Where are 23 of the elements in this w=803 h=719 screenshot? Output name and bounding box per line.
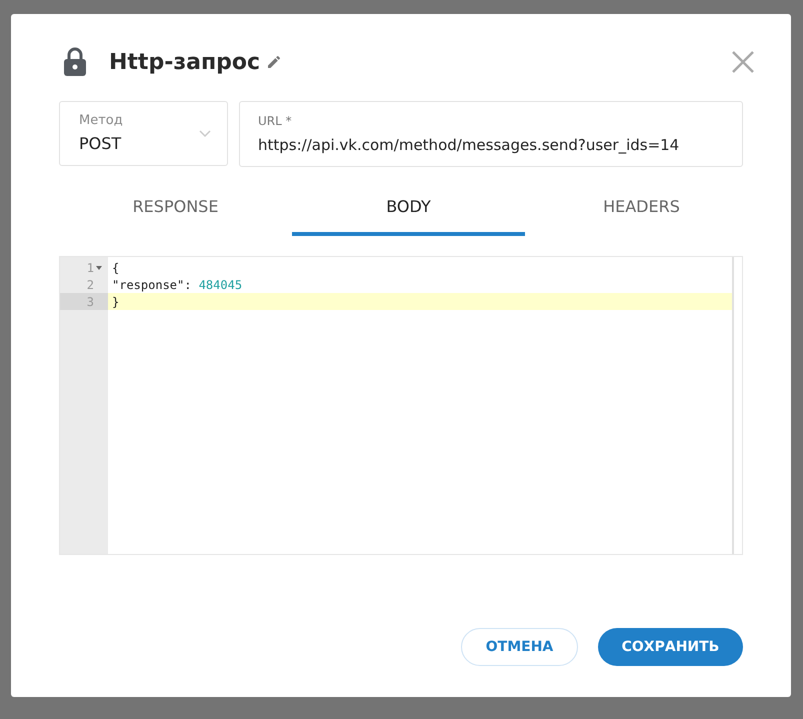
chevron-icon bbox=[199, 130, 211, 138]
url-label: URL * bbox=[258, 112, 293, 130]
url-value: https://api.vk.com/method/messages.send?user_ids=14 bbox=[258, 134, 680, 156]
method-value: POST bbox=[79, 133, 122, 156]
tab[interactable]: RESPONSE bbox=[59, 181, 292, 236]
tab[interactable]: HEADERS bbox=[525, 181, 758, 236]
line-number: 3 bbox=[60, 293, 108, 310]
save-button[interactable]: СОХРАНИТЬ bbox=[598, 628, 743, 666]
dialog-title: Http-запрос bbox=[109, 48, 260, 76]
lock-icon bbox=[63, 47, 87, 77]
cancel-button[interactable]: ОТМЕНА bbox=[461, 628, 578, 666]
code-line: "response": 484045 bbox=[111, 276, 244, 293]
fold-icon[interactable] bbox=[96, 266, 102, 270]
line-number: 1 bbox=[60, 259, 108, 276]
tab[interactable]: BODY bbox=[292, 181, 525, 236]
close-icon[interactable] bbox=[731, 50, 755, 74]
url-field[interactable]: URL * https://api.vk.com/method/messages.send?user_ids=14 bbox=[239, 101, 743, 167]
code-editor[interactable]: 1 2 3 { "response": 484045 } bbox=[59, 256, 743, 555]
method-label: Метод bbox=[79, 112, 123, 130]
line-number: 2 bbox=[86, 276, 95, 293]
code-line: { bbox=[111, 260, 120, 276]
pencil-icon[interactable] bbox=[266, 54, 282, 70]
method-select[interactable]: Метод POST bbox=[59, 101, 228, 166]
